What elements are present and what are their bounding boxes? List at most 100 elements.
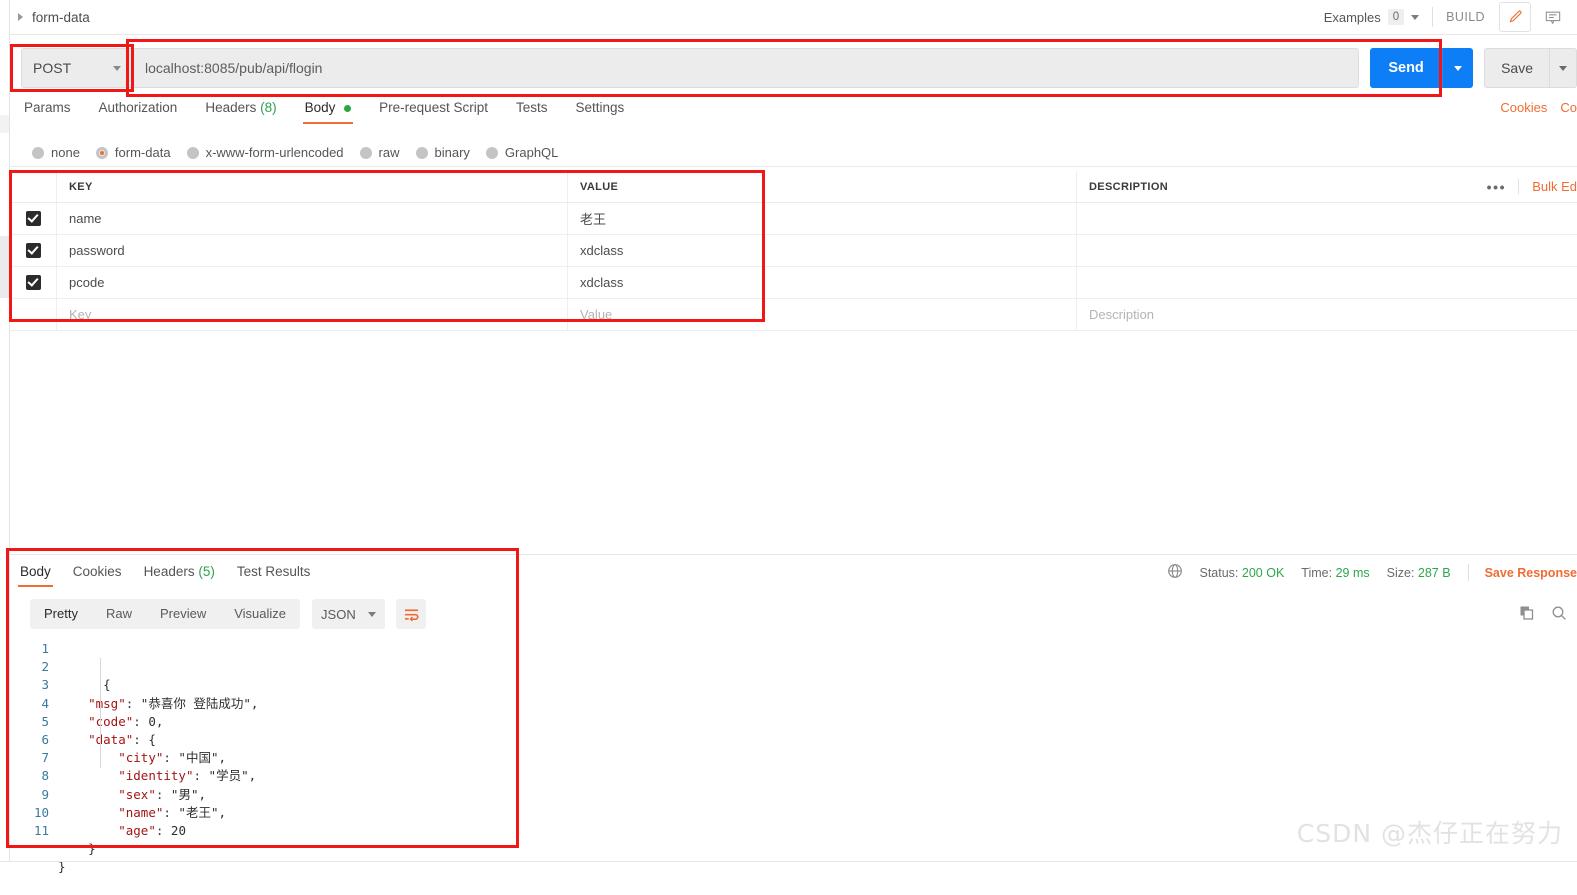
row-value-input[interactable]: xdclass	[567, 267, 1076, 298]
row-description-input[interactable]	[1076, 235, 1577, 266]
response-status-bar: Status: 200 OK Time: 29 ms Size: 287 B S…	[1167, 555, 1577, 582]
body-active-dot-icon	[344, 105, 351, 112]
more-options-icon[interactable]: •••	[1475, 179, 1519, 195]
build-label[interactable]: BUILD	[1446, 10, 1485, 24]
code-fold-guide	[100, 658, 101, 768]
save-options-button[interactable]	[1550, 48, 1577, 88]
save-button[interactable]: Save	[1484, 48, 1550, 88]
body-type-raw[interactable]: raw	[360, 145, 400, 160]
tab-tests[interactable]: Tests	[516, 100, 548, 124]
request-url-value: localhost:8085/pub/api/flogin	[145, 60, 322, 76]
body-type-none[interactable]: none	[32, 145, 80, 160]
body-type-x-www-form-urlencoded[interactable]: x-www-form-urlencoded	[187, 145, 344, 160]
tab-label: Authorization	[99, 100, 178, 115]
table-row[interactable]: name 老王	[10, 203, 1577, 235]
pencil-icon	[1508, 10, 1523, 25]
http-method-dropdown[interactable]: POST	[21, 48, 133, 88]
comments-button[interactable]	[1537, 2, 1569, 32]
triangle-right-icon[interactable]	[18, 13, 23, 21]
response-tab-test-results[interactable]: Test Results	[237, 555, 311, 587]
checkbox-checked-icon[interactable]	[26, 211, 41, 226]
view-mode-raw[interactable]: Raw	[92, 599, 146, 629]
bulk-edit-link[interactable]: Bulk Ed	[1518, 179, 1577, 194]
form-data-table: KEY VALUE DESCRIPTION ••• Bulk Ed name 老…	[10, 171, 1577, 331]
tab-label: Headers	[205, 100, 256, 115]
cookies-link[interactable]: Cookies	[1500, 100, 1547, 115]
http-method-value: POST	[33, 60, 71, 76]
response-tab-cookies[interactable]: Cookies	[73, 555, 122, 587]
table-row[interactable]: pcode xdclass	[10, 267, 1577, 299]
checkbox-checked-icon[interactable]	[26, 275, 41, 290]
tab-authorization[interactable]: Authorization	[99, 100, 178, 124]
body-type-form-data[interactable]: form-data	[96, 145, 171, 160]
body-type-graphql[interactable]: GraphQL	[486, 145, 558, 160]
checkbox-checked-icon[interactable]	[26, 243, 41, 258]
row-key-input[interactable]: name	[56, 203, 567, 234]
response-language-dropdown[interactable]: JSON	[312, 599, 385, 629]
tab-body[interactable]: Body	[305, 100, 352, 124]
breadcrumb-label: form-data	[32, 10, 90, 25]
tab-pre-request-script[interactable]: Pre-request Script	[379, 100, 488, 124]
body-type-label: form-data	[115, 145, 171, 160]
globe-icon	[1167, 563, 1183, 582]
header-value: VALUE	[567, 171, 1076, 202]
request-tab-bar: Params Authorization Headers (8) Body Pr…	[10, 100, 1577, 131]
chevron-down-icon	[368, 612, 376, 617]
save-response-link[interactable]: Save Response	[1485, 566, 1577, 580]
tab-label: Pre-request Script	[379, 100, 488, 115]
row-description-input[interactable]	[1076, 267, 1577, 298]
chevron-down-icon[interactable]	[1411, 15, 1419, 20]
chevron-down-icon	[1559, 66, 1567, 71]
view-mode-pretty[interactable]: Pretty	[30, 599, 92, 629]
new-key-input[interactable]: Key	[56, 299, 567, 330]
new-value-input[interactable]: Value	[567, 299, 1076, 330]
view-mode-preview[interactable]: Preview	[146, 599, 220, 629]
status-code: Status: 200 OK	[1200, 566, 1285, 580]
divider	[1432, 7, 1433, 27]
table-placeholder-row[interactable]: Key Value Description	[10, 299, 1577, 331]
status-label: Status:	[1200, 566, 1239, 580]
search-icon	[1551, 605, 1567, 621]
response-tab-body[interactable]: Body	[20, 555, 51, 587]
body-type-radio-group: none form-data x-www-form-urlencoded raw…	[10, 139, 1577, 167]
response-tab-headers[interactable]: Headers (5)	[144, 555, 215, 587]
row-checkbox-cell[interactable]	[10, 267, 56, 298]
row-value-input[interactable]: 老王	[567, 203, 1076, 234]
wrap-lines-button[interactable]	[396, 599, 426, 629]
view-mode-visualize[interactable]: Visualize	[220, 599, 300, 629]
tab-headers[interactable]: Headers (8)	[205, 100, 276, 124]
body-type-binary[interactable]: binary	[416, 145, 470, 160]
table-row[interactable]: password xdclass	[10, 235, 1577, 267]
divider	[1468, 564, 1469, 581]
radio-icon	[187, 147, 199, 159]
size-label: Size:	[1387, 566, 1415, 580]
header-description-cell: DESCRIPTION ••• Bulk Ed	[1076, 171, 1577, 202]
row-description-input[interactable]	[1076, 203, 1577, 234]
tab-count: (8)	[260, 100, 277, 115]
row-checkbox-cell[interactable]	[10, 235, 56, 266]
examples-count-badge: 0	[1388, 9, 1404, 25]
new-description-input[interactable]: Description	[1076, 299, 1577, 330]
row-checkbox-cell[interactable]	[10, 299, 56, 330]
send-options-button[interactable]	[1442, 48, 1473, 88]
edit-mode-button[interactable]	[1499, 2, 1531, 32]
left-gutter-strip	[0, 0, 10, 862]
body-type-label: raw	[379, 145, 400, 160]
table-header-row: KEY VALUE DESCRIPTION ••• Bulk Ed	[10, 171, 1577, 203]
send-button[interactable]: Send	[1370, 48, 1442, 88]
search-button[interactable]	[1551, 605, 1567, 624]
row-checkbox-cell[interactable]	[10, 203, 56, 234]
breadcrumb[interactable]: form-data	[18, 10, 90, 25]
table-header-tools: ••• Bulk Ed	[1475, 179, 1577, 195]
examples-control[interactable]: Examples 0	[1324, 9, 1419, 25]
tab-params[interactable]: Params	[24, 100, 71, 124]
chevron-down-icon[interactable]	[113, 66, 121, 71]
request-url-input[interactable]: localhost:8085/pub/api/flogin	[133, 48, 1359, 88]
tab-settings[interactable]: Settings	[575, 100, 624, 124]
row-value-input[interactable]: xdclass	[567, 235, 1076, 266]
gutter-nub-upper	[0, 115, 9, 133]
copy-button[interactable]	[1519, 605, 1535, 624]
code-link[interactable]: Co	[1560, 100, 1577, 115]
row-key-input[interactable]: pcode	[56, 267, 567, 298]
row-key-input[interactable]: password	[56, 235, 567, 266]
